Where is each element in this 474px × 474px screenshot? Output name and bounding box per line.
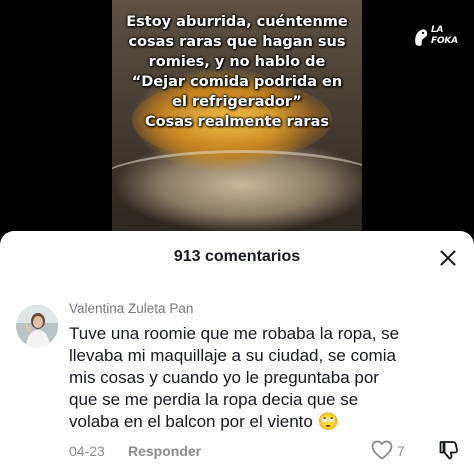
comment-line: mis cosas y cuando yo le preguntaba por [69, 368, 379, 387]
video-caption-overlay: Estoy aburrida, cuéntenme cosas raras qu… [112, 12, 362, 132]
close-icon [440, 250, 456, 266]
video-player[interactable]: Estoy aburrida, cuéntenme cosas raras qu… [0, 0, 474, 238]
logo-line-2: FOKA [431, 36, 458, 46]
comment-text: Tuve una roomie que me robaba la ropa, s… [69, 323, 469, 433]
caption-line: cosas raras que hagan sus [128, 34, 346, 50]
logo-line-1: LA [431, 25, 444, 35]
comments-count-title: 913 comentarios [173, 248, 301, 265]
caption-line: romies, y no hablo de [148, 54, 326, 70]
close-button[interactable] [437, 247, 459, 269]
comment-date: 04-23 [69, 443, 105, 459]
la-foka-logo: LA FOKA [413, 25, 463, 51]
caption-line: Cosas realmente raras [144, 114, 330, 130]
comment-line: volaba en el balcon por el viento 🙄 [69, 412, 339, 431]
plate-image [112, 150, 362, 220]
avatar-image [16, 305, 58, 347]
seal-logo-icon [415, 29, 428, 46]
comment-line: llevaba mi maquillaje a su ciudad, se co… [69, 346, 396, 365]
comment-username[interactable]: Valentina Zuleta Pan [69, 301, 193, 316]
comments-sheet: 913 comentarios Valentina Zuleta Pan Tuv… [0, 231, 474, 474]
like-button[interactable] [371, 440, 393, 460]
like-count: 7 [397, 443, 405, 459]
reply-button[interactable]: Responder [128, 443, 201, 459]
avatar[interactable] [16, 305, 58, 347]
dislike-button[interactable] [438, 439, 460, 461]
thumbs-down-icon [439, 441, 458, 460]
logo-text: LA FOKA [431, 25, 458, 47]
caption-line: “Dejar comida podrida en [131, 74, 343, 90]
caption-line: el refrigerador” [172, 94, 302, 110]
caption-line: Estoy aburrida, cuéntenme [126, 14, 348, 30]
heart-outline-icon [371, 440, 393, 460]
comment-line: que se me perdia la ropa decia que se [69, 390, 359, 409]
comment-line: Tuve una roomie que me robaba la ropa, s… [69, 324, 400, 343]
